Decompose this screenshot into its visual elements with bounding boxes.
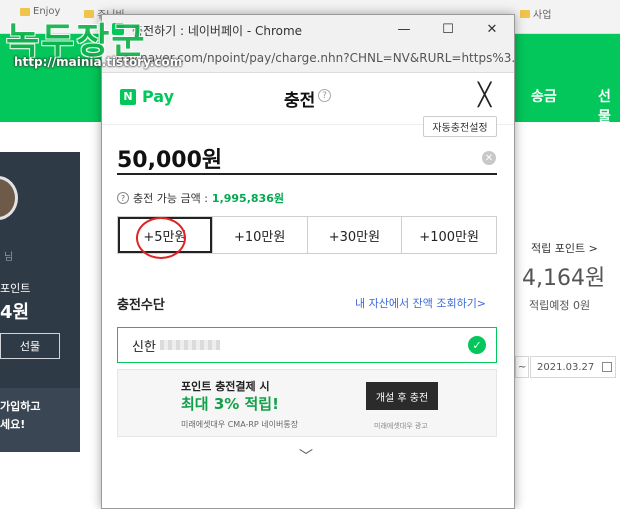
nav-item-gift[interactable]: 선물 (598, 86, 620, 126)
reward-points-panel: 적립 포인트 > 4,164원 적립예정 0원 (515, 210, 620, 335)
npay-n-icon: N (120, 88, 136, 105)
window-close-icon[interactable]: ✕ (470, 15, 514, 44)
date-separator: ~ (515, 356, 529, 378)
points-value: 4원 (0, 302, 30, 323)
gift-button[interactable]: 선물 (0, 333, 60, 359)
calendar-icon (602, 362, 613, 372)
bookmark-item[interactable]: 사업 (520, 6, 551, 21)
footer-line-1: 가입하고 (0, 400, 41, 413)
minimize-icon[interactable]: — (382, 15, 426, 44)
close-icon[interactable]: ╳ (478, 85, 491, 107)
date-to-field[interactable]: 2021.03.27 (530, 356, 616, 378)
window-title: 충전하기 : 네이버페이 - Chrome (132, 24, 303, 38)
nav-item-send[interactable]: 송금 (531, 86, 557, 106)
window-titlebar: 충전하기 : 네이버페이 - Chrome — ☐ ✕ (102, 15, 514, 44)
help-icon[interactable]: ? (318, 89, 331, 102)
auto-charge-settings-button[interactable]: 자동충전설정 (423, 116, 497, 137)
folder-icon (520, 9, 530, 18)
footer-line-2: 세요! (0, 418, 26, 431)
reward-points-label[interactable]: 적립 포인트 > (531, 240, 598, 256)
maximize-icon[interactable]: ☐ (426, 15, 470, 44)
charge-popup-window: 충전하기 : 네이버페이 - Chrome — ☐ ✕ pay.naver.co… (101, 14, 515, 509)
points-label: 포인트 (0, 282, 31, 295)
npay-wordmark: Pay (142, 87, 175, 106)
watermark-url: http://mainia.tistory.com (14, 55, 183, 69)
npay-logo: N Pay (120, 87, 174, 106)
scheduled-points: 적립예정 0원 (529, 299, 591, 312)
page-title: 충전 (284, 91, 316, 111)
reward-points-value: 4,164원 (522, 266, 606, 291)
profile-name-suffix: 님 (4, 252, 14, 263)
